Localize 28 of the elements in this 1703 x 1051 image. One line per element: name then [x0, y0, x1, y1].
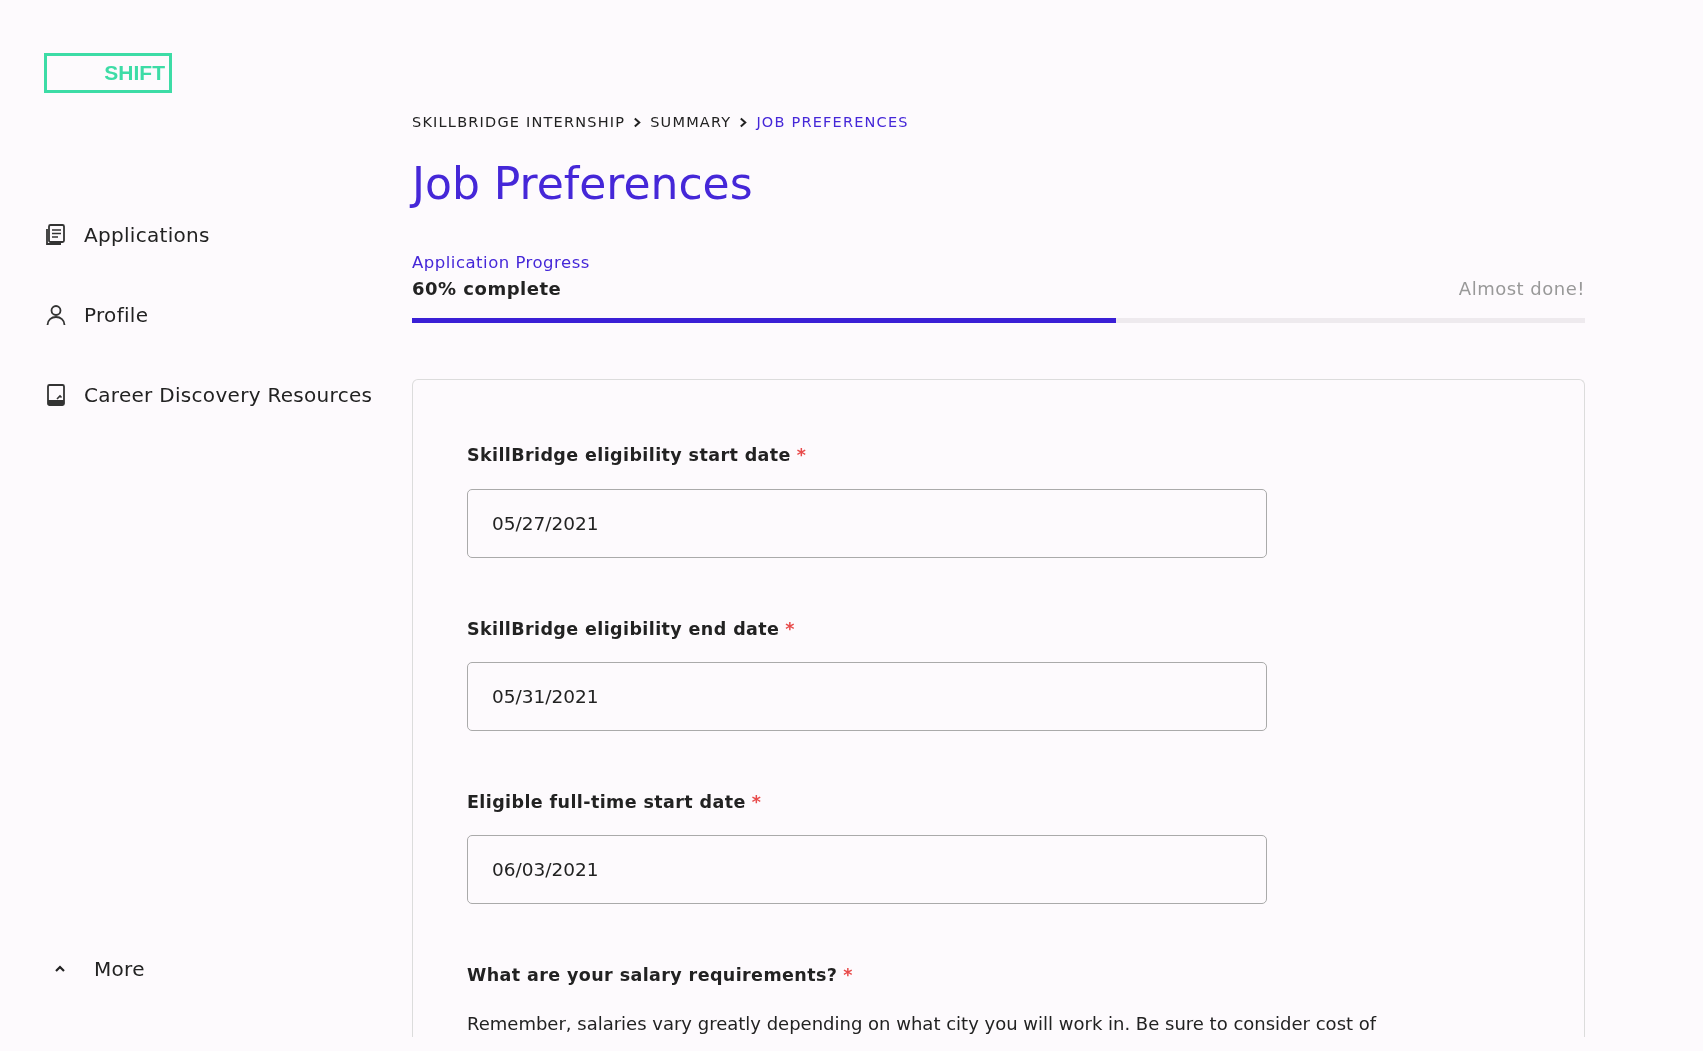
required-mark: *: [843, 965, 853, 986]
person-icon: [44, 303, 68, 327]
documents-icon: [44, 223, 68, 247]
required-mark: *: [751, 791, 762, 812]
help-text: Remember, salaries vary greatly depending on what city you will work in. Be sure to consider cost of: [467, 1012, 1378, 1037]
date-field[interactable]: 06/03/2021: [467, 835, 1267, 905]
breadcrumb-link[interactable]: JOB PREFERENCES: [756, 112, 909, 134]
more-toggle[interactable]: More: [44, 949, 412, 989]
sidebar-item[interactable]: Career Discovery Resources: [44, 375, 412, 415]
tablet-icon: [44, 383, 68, 407]
date-field[interactable]: 05/27/2021: [467, 488, 1267, 558]
date-field[interactable]: 05/31/2021: [467, 661, 1267, 731]
sidebar-item[interactable]: Applications: [44, 215, 412, 255]
breadcrumb-link[interactable]: SKILLBRIDGE INTERNSHIP: [412, 112, 626, 134]
required-mark: *: [796, 445, 807, 466]
field-label: SkillBridge eligibility start date *: [467, 444, 808, 468]
chevron-icon: [739, 117, 749, 129]
chevron-icon: [633, 117, 643, 129]
field-label: What are your salary requirements? *: [467, 964, 854, 988]
field-label: Eligible full-time start date *: [467, 790, 763, 814]
required-mark: *: [785, 618, 795, 639]
field-label: SkillBridge eligibility end date *: [467, 617, 796, 641]
progress-status: 60% complete: [412, 277, 562, 302]
sidebar-item[interactable]: Profile: [44, 295, 412, 335]
progress-note: Almost done!: [1458, 277, 1585, 302]
progress-label: Application Progress: [412, 251, 591, 274]
breadcrumb-link[interactable]: SUMMARY: [650, 112, 732, 134]
logo: SHIFT: [44, 53, 172, 93]
